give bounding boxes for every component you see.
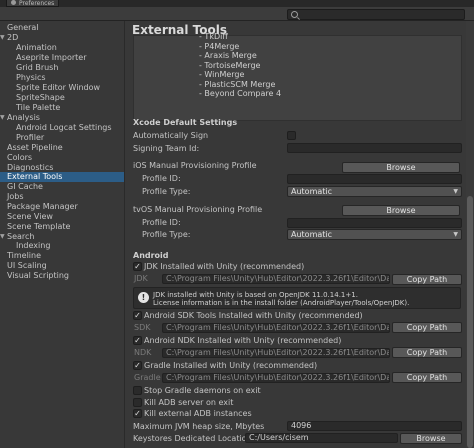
- expand-arrow-icon[interactable]: ▼: [0, 113, 5, 123]
- ios-profile-label: iOS Manual Provisioning Profile: [133, 161, 257, 170]
- sidebar-item-package-manager[interactable]: Package Manager: [0, 202, 124, 212]
- chevron-down-icon: ▼: [453, 231, 458, 238]
- scrollbar-thumb[interactable]: [467, 196, 473, 448]
- sidebar-item-jobs[interactable]: Jobs: [0, 192, 124, 202]
- kill-adb-instances-label: Kill external ADB instances: [144, 409, 252, 418]
- sdk-copy-path-button[interactable]: Copy Path: [392, 322, 462, 333]
- max-jvm-label: Maximum JVM heap size, Mbytes: [133, 422, 265, 431]
- tvos-profile-label: tvOS Manual Provisioning Profile: [133, 205, 263, 214]
- sidebar-item-ui-scaling[interactable]: UI Scaling: [0, 261, 124, 271]
- ndk-label: NDK: [134, 348, 152, 357]
- sidebar-item-aseprite-importer[interactable]: Aseprite Importer: [0, 53, 124, 63]
- sidebar-item-scene-template[interactable]: Scene Template: [0, 222, 124, 232]
- signing-team-label: Signing Team Id:: [133, 144, 200, 153]
- main-panel: External Tools - TkDiff - P4Merge - Arax…: [126, 21, 474, 448]
- tvos-profile-id-field[interactable]: [287, 218, 462, 228]
- sidebar-item-external-tools[interactable]: External Tools: [0, 172, 124, 182]
- sdk-installed-label: Android SDK Tools Installed with Unity (…: [144, 311, 363, 320]
- android-section-header: Android: [133, 251, 169, 260]
- sidebar-item-2d[interactable]: ▼ 2D: [0, 33, 124, 43]
- jdk-path-field: C:\Program Files\Unity\Hub\Editor\2022.3…: [162, 274, 390, 284]
- signing-team-field[interactable]: [287, 143, 462, 153]
- help-text-line1: JDK installed with Unity is based on Ope…: [153, 291, 358, 299]
- sidebar-item-timeline[interactable]: Timeline: [0, 251, 124, 261]
- sidebar-item-visual-scripting[interactable]: Visual Scripting: [0, 271, 124, 281]
- ndk-copy-path-button[interactable]: Copy Path: [392, 347, 462, 358]
- sidebar: General ▼ 2D Animation Aseprite Importer …: [0, 21, 125, 448]
- auto-sign-checkbox[interactable]: [287, 131, 296, 140]
- ios-browse-button[interactable]: Browse: [342, 162, 460, 173]
- search-field[interactable]: [287, 9, 465, 20]
- keystores-browse-button[interactable]: Browse: [400, 433, 462, 444]
- info-icon: !: [138, 292, 149, 303]
- diff-tools-list: - TkDiff - P4Merge - Araxis Merge - Tort…: [133, 32, 462, 121]
- gradle-installed-checkbox[interactable]: ✓: [133, 361, 142, 370]
- sidebar-item-general[interactable]: General: [0, 23, 124, 33]
- sidebar-item-android-logcat-settings[interactable]: Android Logcat Settings: [0, 123, 124, 133]
- sidebar-item-gi-cache[interactable]: GI Cache: [0, 182, 124, 192]
- sidebar-item-grid-brush[interactable]: Grid Brush: [0, 63, 124, 73]
- sidebar-item-spriteshape[interactable]: SpriteShape: [0, 93, 124, 103]
- sidebar-item-analysis[interactable]: ▼ Analysis: [0, 113, 124, 123]
- stop-gradle-checkbox[interactable]: [133, 386, 142, 395]
- expand-arrow-icon[interactable]: ▼: [0, 33, 5, 43]
- list-item: - P4Merge: [199, 42, 240, 51]
- tvos-browse-button[interactable]: Browse: [342, 205, 460, 216]
- jdk-label: JDK: [134, 274, 148, 283]
- help-text-line2: License information is in the install fo…: [153, 299, 410, 307]
- list-item: - TkDiff: [199, 32, 228, 41]
- xcode-section-header: Xcode Default Settings: [133, 118, 238, 127]
- jdk-copy-path-button[interactable]: Copy Path: [392, 274, 462, 285]
- list-item: - Beyond Compare 4: [199, 89, 282, 98]
- window-titlebar: Preferences: [0, 0, 474, 7]
- tvos-profile-type-dropdown[interactable]: Automatic ▼: [287, 229, 462, 240]
- sidebar-item-scene-view[interactable]: Scene View: [0, 212, 124, 222]
- preferences-tab[interactable]: Preferences: [6, 0, 60, 7]
- gradle-path-field: C:\Program Files\Unity\Hub\Editor\2022.3…: [162, 373, 390, 383]
- tvos-profile-type-label: Profile Type:: [142, 230, 191, 239]
- sidebar-item-profiler[interactable]: Profiler: [0, 133, 124, 143]
- list-item: - PlasticSCM Merge: [199, 80, 276, 89]
- ios-profile-id-label: Profile ID:: [142, 174, 181, 183]
- gradle-label: Gradle: [134, 373, 161, 382]
- ios-profile-type-label: Profile Type:: [142, 187, 191, 196]
- list-item: - WinMerge: [199, 70, 245, 79]
- sidebar-item-tile-palette[interactable]: Tile Palette: [0, 103, 124, 113]
- auto-sign-label: Automatically Sign: [133, 131, 209, 140]
- gradle-installed-label: Gradle Installed with Unity (recommended…: [144, 361, 318, 370]
- keystores-label: Keystores Dedicated Location: [133, 434, 252, 443]
- keystores-field[interactable]: C:/Users/cisem: [245, 433, 398, 443]
- ndk-installed-label: Android NDK Installed with Unity (recomm…: [144, 336, 342, 345]
- list-item: - Araxis Merge: [199, 51, 257, 60]
- ios-profile-type-dropdown[interactable]: Automatic ▼: [287, 186, 462, 197]
- ios-profile-id-field[interactable]: [287, 174, 462, 184]
- sidebar-item-physics[interactable]: Physics: [0, 73, 124, 83]
- tvos-profile-id-label: Profile ID:: [142, 218, 181, 227]
- jdk-installed-checkbox[interactable]: ✓: [133, 262, 142, 271]
- search-icon: [291, 11, 298, 18]
- sdk-path-field: C:\Program Files\Unity\Hub\Editor\2022.3…: [162, 323, 390, 333]
- sdk-label: SDK: [134, 323, 151, 332]
- list-item: - TortoiseMerge: [199, 61, 261, 70]
- sidebar-item-colors[interactable]: Colors: [0, 153, 124, 163]
- settings-icon: [11, 0, 16, 5]
- kill-adb-instances-checkbox[interactable]: ✓: [133, 409, 142, 418]
- window-title: Preferences: [19, 0, 55, 7]
- kill-adb-label: Kill ADB server on exit: [144, 398, 234, 407]
- sdk-installed-checkbox[interactable]: ✓: [133, 311, 142, 320]
- chevron-down-icon: ▼: [453, 188, 458, 195]
- stop-gradle-label: Stop Gradle daemons on exit: [144, 386, 261, 395]
- sidebar-item-sprite-editor-window[interactable]: Sprite Editor Window: [0, 83, 124, 93]
- ndk-installed-checkbox[interactable]: ✓: [133, 336, 142, 345]
- jdk-help-box: ! JDK installed with Unity is based on O…: [133, 287, 461, 309]
- sidebar-item-indexing[interactable]: Indexing: [0, 241, 124, 251]
- max-jvm-field[interactable]: 4096: [287, 421, 462, 431]
- sidebar-item-animation[interactable]: Animation: [0, 43, 124, 53]
- gradle-copy-path-button[interactable]: Copy Path: [392, 372, 462, 383]
- ndk-path-field: C:\Program Files\Unity\Hub\Editor\2022.3…: [162, 348, 390, 358]
- sidebar-item-asset-pipeline[interactable]: Asset Pipeline: [0, 143, 124, 153]
- kill-adb-checkbox[interactable]: [133, 398, 142, 407]
- jdk-installed-label: JDK Installed with Unity (recommended): [144, 262, 305, 271]
